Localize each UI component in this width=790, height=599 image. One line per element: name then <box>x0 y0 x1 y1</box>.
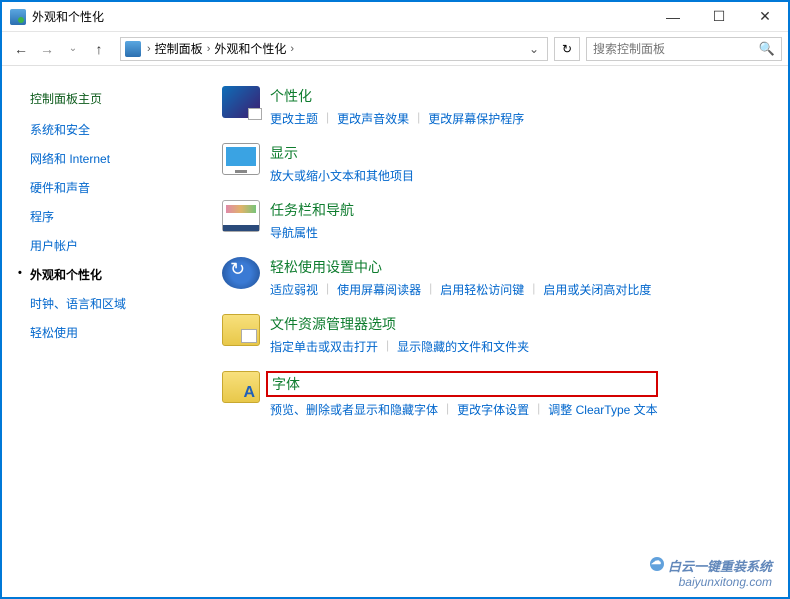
ease-icon[interactable] <box>222 257 260 289</box>
category-title[interactable]: 任务栏和导航 <box>270 200 354 220</box>
link-separator: | <box>326 110 329 127</box>
category-link[interactable]: 更改字体设置 <box>457 401 529 418</box>
category: 文件资源管理器选项指定单击或双击打开 | 显示隐藏的文件和文件夹 <box>222 314 776 355</box>
link-separator: | <box>446 401 449 418</box>
sidebar-item[interactable]: 硬件和声音 <box>30 179 190 196</box>
forward-button[interactable]: → <box>34 36 60 62</box>
sidebar-item[interactable]: 时钟、语言和区域 <box>30 295 190 312</box>
breadcrumb-item-0[interactable]: 控制面板 <box>155 40 203 57</box>
search-input[interactable] <box>593 42 759 56</box>
window-controls: — ☐ ✕ <box>650 2 788 32</box>
category-link[interactable]: 导航属性 <box>270 224 318 241</box>
category-link[interactable]: 更改主题 <box>270 110 318 127</box>
category: 字体预览、删除或者显示和隐藏字体 | 更改字体设置 | 调整 ClearType 文本 <box>222 371 776 418</box>
category-title[interactable]: 文件资源管理器选项 <box>270 314 529 334</box>
maximize-button[interactable]: ☐ <box>696 2 742 32</box>
refresh-button[interactable]: ↻ <box>554 37 580 61</box>
category-title[interactable]: 字体 <box>266 371 658 397</box>
display-icon[interactable] <box>222 143 260 175</box>
personalization-icon[interactable] <box>222 86 260 118</box>
sidebar-title[interactable]: 控制面板主页 <box>30 90 190 107</box>
body: 控制面板主页 系统和安全网络和 Internet 硬件和声音程序用户帐户外观和个性… <box>2 66 788 597</box>
category-link[interactable]: 调整 ClearType 文本 <box>548 401 657 418</box>
history-dropdown[interactable]: ⌄ <box>60 36 86 62</box>
category-link[interactable]: 适应弱视 <box>270 281 318 298</box>
breadcrumb[interactable]: › 控制面板 › 外观和个性化 › ⌄ <box>120 37 548 61</box>
category-link[interactable]: 更改屏幕保护程序 <box>428 110 524 127</box>
link-separator: | <box>537 401 540 418</box>
close-button[interactable]: ✕ <box>742 2 788 32</box>
category-title[interactable]: 轻松使用设置中心 <box>270 257 651 277</box>
sidebar-item[interactable]: 外观和个性化 <box>30 266 190 283</box>
explorer-icon[interactable] <box>222 314 260 346</box>
back-button[interactable]: ← <box>8 36 34 62</box>
sidebar-item[interactable]: 系统和安全 <box>30 121 190 138</box>
search-icon: 🔍 <box>759 41 775 57</box>
category-link[interactable]: 启用轻松访问键 <box>440 281 524 298</box>
search-box[interactable]: 🔍 <box>586 37 782 61</box>
category-title[interactable]: 显示 <box>270 143 414 163</box>
category-link[interactable]: 使用屏幕阅读器 <box>337 281 421 298</box>
fonts-icon[interactable] <box>222 371 260 403</box>
taskbar-icon[interactable] <box>222 200 260 232</box>
category-link[interactable]: 预览、删除或者显示和隐藏字体 <box>270 401 438 418</box>
breadcrumb-sep: › <box>290 43 294 55</box>
content: 个性化更改主题|更改声音效果|更改屏幕保护程序显示放大或缩小文本和其他项目任务栏… <box>202 66 788 597</box>
category-title[interactable]: 个性化 <box>270 86 524 106</box>
category-link[interactable]: 指定单击或双击打开 <box>270 338 378 355</box>
breadcrumb-icon <box>125 41 141 57</box>
minimize-button[interactable]: — <box>650 2 696 32</box>
category: 个性化更改主题 | 更改声音效果 | 更改屏幕保护程序 <box>222 86 776 127</box>
category-link[interactable]: 显示隐藏的文件和文件夹 <box>397 338 529 355</box>
nav-arrows: ← → ⌄ ↑ <box>8 36 112 62</box>
watermark: 白云一键重装系统 baiyunxitong.com <box>650 556 772 589</box>
breadcrumb-sep: › <box>207 43 211 55</box>
category-link[interactable]: 更改声音效果 <box>337 110 409 127</box>
titlebar: 外观和个性化 — ☐ ✕ <box>2 2 788 32</box>
sidebar-item[interactable]: 网络和 Internet <box>30 150 190 167</box>
category: 显示放大或缩小文本和其他项目 <box>222 143 776 184</box>
link-separator: | <box>429 281 432 298</box>
sidebar-item[interactable]: 用户帐户 <box>30 237 190 254</box>
navbar: ← → ⌄ ↑ › 控制面板 › 外观和个性化 › ⌄ ↻ 🔍 <box>2 32 788 66</box>
category: 轻松使用设置中心适应弱视 | 使用屏幕阅读器 | 启用轻松访问键 | 启用或关闭高对比度 <box>222 257 776 298</box>
breadcrumb-item-1[interactable]: 外观和个性化 <box>214 40 286 57</box>
watermark-line1: 白云一键重装系统 <box>668 559 772 574</box>
sidebar-item[interactable]: 轻松使用 <box>30 324 190 341</box>
up-button[interactable]: ↑ <box>86 36 112 62</box>
category-link[interactable]: 启用或关闭高对比度 <box>543 281 651 298</box>
category-link[interactable]: 放大或缩小文本和其他项目 <box>270 167 414 184</box>
window-title: 外观和个性化 <box>32 8 650 25</box>
sidebar-item[interactable]: 程序 <box>30 208 190 225</box>
link-separator: | <box>326 281 329 298</box>
category: 任务栏和导航导航属性 <box>222 200 776 241</box>
sidebar: 控制面板主页 系统和安全网络和 Internet 硬件和声音程序用户帐户外观和个性… <box>2 66 202 597</box>
control-panel-icon <box>10 9 26 25</box>
link-separator: | <box>532 281 535 298</box>
link-separator: | <box>417 110 420 127</box>
cloud-icon <box>650 557 664 571</box>
link-separator: | <box>386 338 389 355</box>
watermark-line2: baiyunxitong.com <box>650 575 772 589</box>
address-dropdown[interactable]: ⌄ <box>525 42 543 56</box>
breadcrumb-sep: › <box>147 43 151 55</box>
